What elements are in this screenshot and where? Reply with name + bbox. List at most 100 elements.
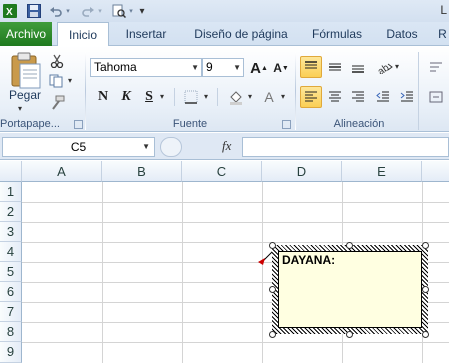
- tab-revisar[interactable]: R: [436, 22, 449, 46]
- gridline: [102, 182, 103, 363]
- tab-inicio[interactable]: Inicio: [57, 22, 109, 47]
- chevron-down-icon[interactable]: ▾: [64, 3, 72, 19]
- top-align-button[interactable]: [300, 56, 322, 78]
- chevron-down-icon[interactable]: ▾: [127, 3, 135, 19]
- align-right-button[interactable]: [347, 86, 369, 108]
- chevron-down-icon[interactable]: ▾: [204, 92, 208, 101]
- ribbon-panel: Pegar ▾ ▾ Portapape... Tahoma ▼ 9 ▼ A ▲ A…: [0, 46, 449, 132]
- row-header[interactable]: 1: [0, 182, 22, 202]
- font-color-button[interactable]: A: [258, 86, 280, 108]
- formula-input[interactable]: [242, 137, 449, 157]
- italic-button[interactable]: K: [115, 86, 137, 108]
- gridline: [22, 342, 449, 343]
- save-icon[interactable]: [26, 3, 42, 19]
- tab-diseno-de-pagina[interactable]: Diseño de página: [188, 22, 294, 46]
- resize-handle[interactable]: [422, 331, 429, 338]
- bold-button[interactable]: N: [92, 86, 114, 108]
- chevron-down-icon[interactable]: ▾: [248, 92, 252, 101]
- row-header[interactable]: 6: [0, 282, 22, 302]
- resize-handle[interactable]: [346, 242, 353, 249]
- decrease-indent-icon[interactable]: [372, 86, 394, 108]
- align-center-button[interactable]: [324, 86, 346, 108]
- formula-bar-handle[interactable]: [160, 137, 182, 157]
- gridline: [22, 202, 449, 203]
- fill-color-icon[interactable]: [225, 86, 247, 108]
- row-header[interactable]: 4: [0, 242, 22, 262]
- group-label-alignment: Alineación: [333, 118, 385, 130]
- redo-icon[interactable]: [80, 3, 96, 19]
- merge-center-icon[interactable]: [425, 86, 447, 108]
- align-left-button[interactable]: [300, 86, 322, 108]
- bottom-align-button[interactable]: [347, 56, 369, 78]
- name-box-value: C5: [70, 140, 87, 154]
- underline-button[interactable]: S: [138, 86, 160, 108]
- divider: [418, 52, 419, 130]
- excel-icon[interactable]: X: [2, 3, 18, 19]
- column-header[interactable]: B: [102, 161, 182, 182]
- middle-align-button[interactable]: [324, 56, 346, 78]
- comment-text[interactable]: DAYANA:: [278, 251, 422, 328]
- font-launcher-icon[interactable]: [282, 120, 291, 129]
- gridline: [262, 182, 263, 363]
- tab-datos[interactable]: Datos: [381, 22, 423, 46]
- gridline: [22, 222, 449, 223]
- font-size-combo[interactable]: 9 ▼: [202, 58, 244, 77]
- grow-font-button[interactable]: A ▲: [248, 57, 270, 79]
- resize-handle[interactable]: [422, 286, 429, 293]
- tab-formulas[interactable]: Fórmulas: [305, 22, 369, 46]
- select-all-corner[interactable]: [0, 161, 22, 182]
- chevron-down-icon[interactable]: ▾: [68, 76, 72, 85]
- cell-comment[interactable]: DAYANA:: [272, 245, 428, 334]
- chevron-down-icon: ▼: [191, 63, 199, 72]
- window-title: L: [440, 3, 447, 17]
- format-painter-icon[interactable]: [46, 92, 68, 114]
- copy-icon[interactable]: [46, 70, 68, 92]
- group-label-font: Fuente: [172, 118, 208, 130]
- chevron-down-icon: ▼: [142, 142, 150, 151]
- resize-handle[interactable]: [346, 331, 353, 338]
- shrink-font-button[interactable]: A ▼: [270, 57, 292, 79]
- row-header[interactable]: 3: [0, 222, 22, 242]
- paste-button[interactable]: Pegar: [8, 88, 42, 102]
- cut-icon[interactable]: [46, 50, 68, 72]
- chevron-down-icon[interactable]: ▾: [18, 104, 22, 113]
- svg-text:ab: ab: [376, 62, 392, 74]
- undo-icon[interactable]: [48, 3, 64, 19]
- gridline: [22, 242, 449, 243]
- wrap-text-icon[interactable]: [425, 56, 447, 78]
- row-header[interactable]: 8: [0, 322, 22, 342]
- row-header[interactable]: 7: [0, 302, 22, 322]
- chevron-down-icon[interactable]: ▾: [96, 3, 104, 19]
- column-header[interactable]: C: [182, 161, 262, 182]
- ribbon-tabs: Archivo Inicio Insertar Diseño de página…: [0, 22, 449, 47]
- column-header[interactable]: [422, 161, 449, 182]
- borders-icon[interactable]: [180, 86, 202, 108]
- row-header[interactable]: 2: [0, 202, 22, 222]
- column-header[interactable]: A: [22, 161, 102, 182]
- tab-archivo[interactable]: Archivo: [0, 22, 52, 46]
- customize-icon[interactable]: ▾: [137, 3, 147, 19]
- chevron-down-icon: ▼: [233, 63, 241, 72]
- increase-indent-icon[interactable]: [396, 86, 418, 108]
- resize-handle[interactable]: [269, 286, 276, 293]
- resize-handle[interactable]: [269, 242, 276, 249]
- orientation-icon[interactable]: ab: [374, 56, 396, 78]
- clipboard-launcher-icon[interactable]: [74, 120, 83, 129]
- row-header[interactable]: 5: [0, 262, 22, 282]
- row-header[interactable]: 9: [0, 342, 22, 363]
- font-name-combo[interactable]: Tahoma ▼: [90, 58, 202, 77]
- chevron-down-icon[interactable]: ▾: [395, 62, 399, 71]
- resize-handle[interactable]: [422, 242, 429, 249]
- print-preview-icon[interactable]: [111, 3, 127, 19]
- insert-function-button[interactable]: fx: [222, 138, 231, 154]
- font-name-value: Tahoma: [94, 60, 137, 74]
- name-box[interactable]: C5 ▼: [2, 137, 155, 157]
- font-size-value: 9: [206, 60, 213, 74]
- resize-handle[interactable]: [269, 331, 276, 338]
- paste-icon[interactable]: [8, 52, 42, 90]
- tab-insertar[interactable]: Insertar: [118, 22, 174, 46]
- chevron-down-icon[interactable]: ▾: [281, 92, 285, 101]
- chevron-down-icon[interactable]: ▾: [160, 92, 164, 101]
- column-header[interactable]: E: [342, 161, 422, 182]
- column-header[interactable]: D: [262, 161, 342, 182]
